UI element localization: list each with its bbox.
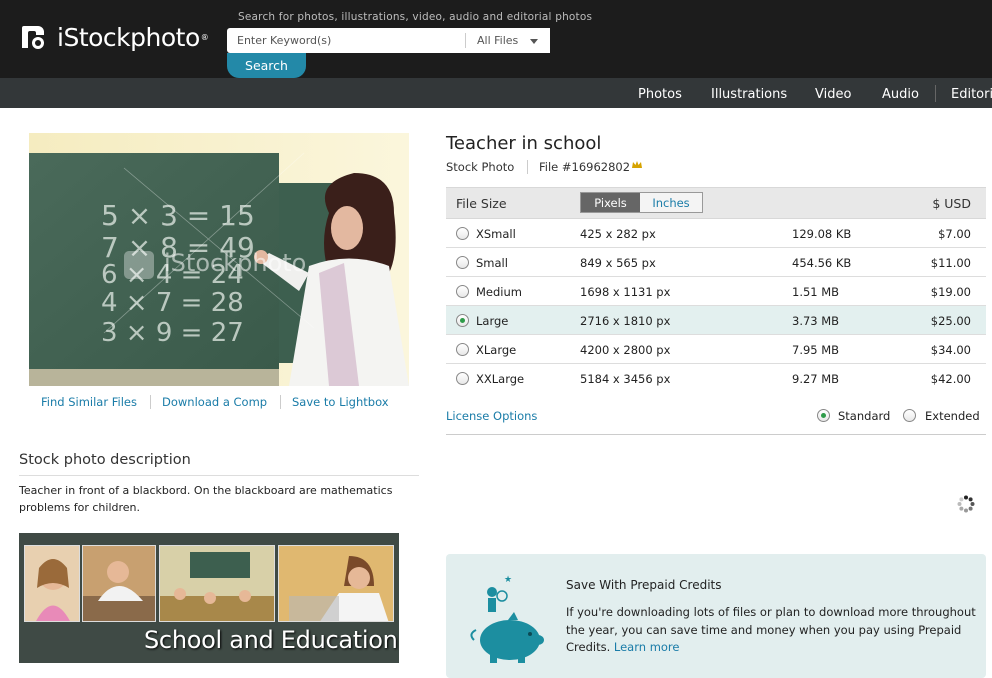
svg-text:3 × 9 = 27: 3 × 9 = 27 (101, 318, 244, 348)
svg-text:5 × 3 = 15: 5 × 3 = 15 (101, 199, 255, 232)
size-name: Large (476, 314, 509, 328)
chevron-down-icon[interactable] (530, 39, 538, 44)
size-dimensions: 425 x 282 px (580, 227, 656, 241)
size-name: Small (476, 256, 508, 270)
thumb-classroom (159, 545, 275, 622)
size-radio[interactable] (456, 227, 469, 240)
pixels-toggle[interactable]: Pixels (581, 193, 640, 212)
size-row-xsmall[interactable]: XSmall 425 x 282 px 129.08 KB $7.00 (446, 219, 986, 248)
download-comp-link[interactable]: Download a Comp (162, 395, 267, 409)
prepaid-credits-promo: ★ Save With Prepaid Credits If you're do… (446, 554, 986, 678)
nav-editorial[interactable]: Editorial (951, 78, 992, 108)
promo-text: If you're downloading lots of files or p… (566, 604, 976, 657)
license-extended-label: Extended (925, 409, 980, 423)
search-button[interactable]: Search (227, 53, 306, 78)
size-radio[interactable] (456, 256, 469, 269)
size-name: XSmall (476, 227, 516, 241)
meta-divider (527, 160, 528, 174)
promo-title: Save With Prepaid Credits (566, 578, 722, 592)
size-row-small[interactable]: Small 849 x 565 px 454.56 KB $11.00 (446, 248, 986, 277)
size-radio[interactable] (456, 285, 469, 298)
license-standard-radio[interactable] (817, 409, 830, 422)
size-dimensions: 2716 x 1810 px (580, 314, 671, 328)
size-price: $42.00 (930, 372, 971, 386)
item-type: Stock Photo (446, 160, 515, 174)
piggy-bank-icon: ★ (470, 575, 544, 663)
size-filesize: 7.95 MB (792, 343, 840, 357)
link-divider (150, 395, 151, 409)
thumb-girl-writing (278, 545, 394, 622)
license-divider (446, 434, 986, 435)
main-nav: Photos Illustrations Video Audio Editori… (0, 78, 992, 108)
search-input[interactable] (237, 28, 457, 53)
size-filesize: 1.51 MB (792, 285, 840, 299)
find-similar-files-link[interactable]: Find Similar Files (41, 395, 137, 409)
size-radio[interactable] (456, 372, 469, 385)
size-name: XXLarge (476, 372, 525, 386)
nav-illustrations[interactable]: Illustrations (711, 78, 787, 108)
teacher-photo-image: 5 × 3 = 15 7 × 8 = 49 6 × 4 = 24 4 × 7 =… (29, 133, 409, 386)
collection-banner[interactable]: School and Education (19, 533, 399, 663)
thumb-girl (24, 545, 80, 622)
size-dimensions: 1698 x 1131 px (580, 285, 671, 299)
size-filesize: 129.08 KB (792, 227, 852, 241)
size-name: Medium (476, 285, 522, 299)
nav-video[interactable]: Video (815, 78, 851, 108)
banner-title: School and Education (144, 626, 398, 654)
description-divider (19, 475, 419, 476)
search-divider (465, 33, 466, 48)
size-row-large[interactable]: Large 2716 x 1810 px 3.73 MB $25.00 (446, 306, 986, 335)
size-filesize: 9.27 MB (792, 372, 840, 386)
size-filesize: 454.56 KB (792, 256, 852, 270)
search-hint: Search for photos, illustrations, video,… (238, 11, 593, 23)
nav-audio[interactable]: Audio (882, 78, 919, 108)
save-to-lightbox-link[interactable]: Save to Lightbox (292, 395, 389, 409)
svg-text:★: ★ (504, 575, 512, 585)
size-price: $7.00 (938, 227, 971, 241)
license-options-link[interactable]: License Options (446, 409, 537, 423)
thumb-boy-writing (82, 545, 156, 622)
size-price: $11.00 (930, 256, 971, 270)
unit-toggle: Pixels Inches (580, 192, 703, 213)
nav-divider (935, 85, 936, 102)
loading-spinner-icon (957, 495, 975, 513)
license-extended-radio[interactable] (903, 409, 916, 422)
logo-text: iStockphoto (57, 22, 200, 52)
size-row-xlarge[interactable]: XLarge 4200 x 2800 px 7.95 MB $34.00 (446, 335, 986, 364)
photo-watermark: iStockphoto (164, 249, 306, 277)
size-row-xxlarge[interactable]: XXLarge 5184 x 3456 px 9.27 MB $42.00 (446, 364, 986, 393)
inches-toggle[interactable]: Inches (640, 193, 702, 212)
size-price: $25.00 (930, 314, 971, 328)
price-heading: $ USD (932, 196, 971, 211)
file-size-heading: File Size (456, 196, 507, 211)
license-standard-label: Standard (838, 409, 891, 423)
logo-registered-mark: ® (200, 32, 209, 42)
size-row-medium[interactable]: Medium 1698 x 1131 px 1.51 MB $19.00 (446, 277, 986, 306)
size-dimensions: 4200 x 2800 px (580, 343, 671, 357)
size-price: $34.00 (930, 343, 971, 357)
size-dimensions: 5184 x 3456 px (580, 372, 671, 386)
link-divider (280, 395, 281, 409)
logo[interactable]: iStockphoto ® (19, 22, 209, 52)
size-filesize: 3.73 MB (792, 314, 840, 328)
nav-photos[interactable]: Photos (638, 78, 682, 108)
size-table-header: File Size Pixels Inches $ USD (446, 187, 986, 219)
stock-photo-preview[interactable]: 5 × 3 = 15 7 × 8 = 49 6 × 4 = 24 4 × 7 =… (29, 133, 409, 386)
size-radio-selected[interactable] (456, 314, 469, 327)
size-price: $19.00 (930, 285, 971, 299)
learn-more-link[interactable]: Learn more (614, 640, 680, 654)
crown-icon (632, 161, 642, 168)
size-dimensions: 849 x 565 px (580, 256, 656, 270)
size-radio[interactable] (456, 343, 469, 356)
file-number: File #16962802 (539, 160, 631, 174)
svg-text:4 × 7 = 28: 4 × 7 = 28 (101, 288, 244, 318)
top-bar: iStockphoto ® Search for photos, illustra… (0, 0, 992, 78)
file-type-select[interactable]: All Files (477, 34, 518, 47)
page-title: Teacher in school (446, 133, 602, 154)
istockphoto-logo-icon (22, 26, 44, 49)
size-name: XLarge (476, 343, 517, 357)
description-heading: Stock photo description (19, 452, 191, 468)
search-box: All Files (227, 28, 550, 53)
description-text: Teacher in front of a blackbord. On the … (19, 484, 393, 514)
